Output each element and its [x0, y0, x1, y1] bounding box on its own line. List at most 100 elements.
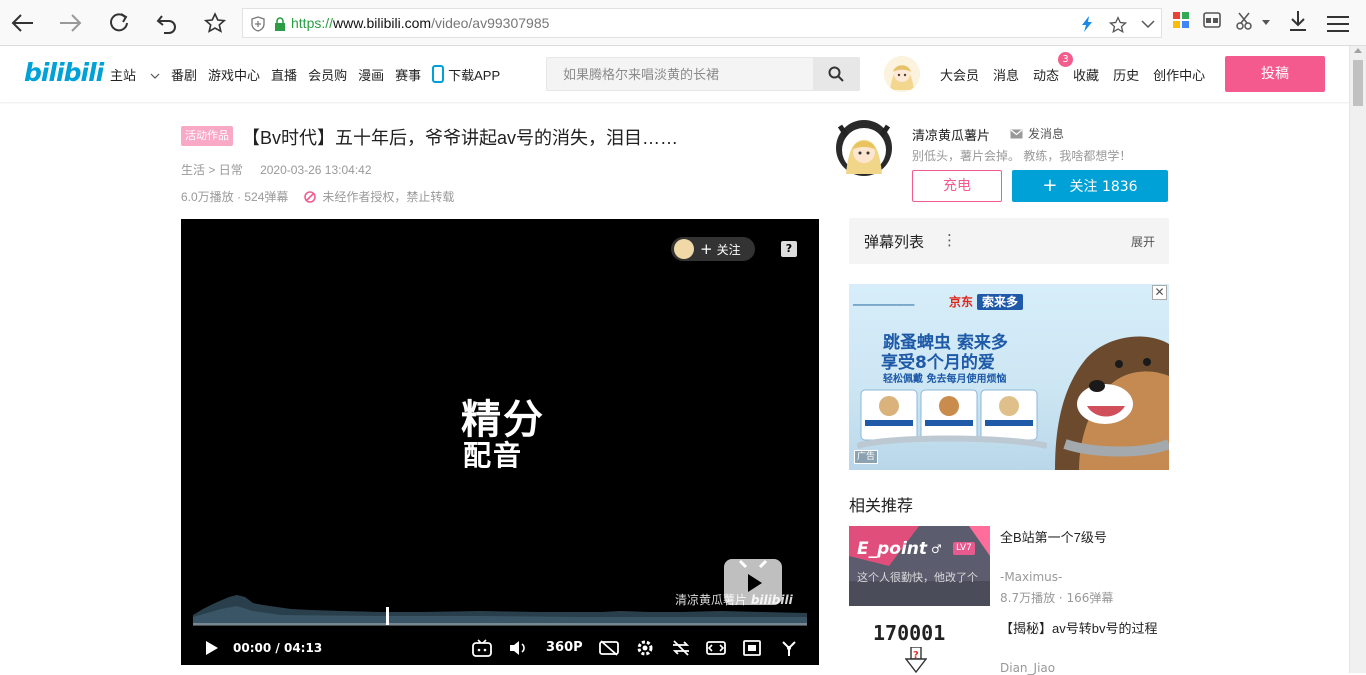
send-message-link[interactable]: 发消息: [1010, 125, 1064, 142]
fullscreen-button[interactable]: [777, 631, 801, 665]
apps-grid-icon[interactable]: [1173, 12, 1189, 28]
plus-icon: +: [700, 240, 713, 258]
settings-button[interactable]: [633, 631, 657, 665]
search-icon: [828, 66, 844, 82]
publish-date: 2020-03-26 13:04:42: [260, 163, 372, 177]
nav-member-shop[interactable]: 会员购: [308, 65, 347, 84]
address-bar[interactable]: https://www.bilibili.com/video/av9930798…: [242, 8, 1162, 38]
nav-download-app[interactable]: 下载APP: [432, 64, 511, 84]
nav-vip[interactable]: 大会员: [940, 65, 979, 84]
bilibili-logo[interactable]: bilibili: [24, 58, 104, 87]
nav-manga[interactable]: 漫画: [358, 65, 384, 84]
nav-game-center[interactable]: 游戏中心: [208, 65, 260, 84]
help-icon[interactable]: ?: [781, 241, 797, 257]
player-follow-button[interactable]: + 关注: [671, 237, 755, 261]
scissors-icon[interactable]: [1236, 12, 1254, 30]
user-avatar[interactable]: [884, 56, 920, 92]
nav-creator-center[interactable]: 创作中心: [1153, 65, 1205, 84]
more-options-icon[interactable]: ⋮: [942, 231, 957, 249]
nav-favorites[interactable]: 收藏: [1073, 65, 1099, 84]
search-box: [546, 57, 860, 91]
ad-brand: 京东 索来多: [949, 293, 1024, 310]
category-life[interactable]: 生活: [181, 163, 205, 177]
ad-dog-image: [1055, 336, 1169, 470]
thumbnail-image-1: [849, 526, 990, 606]
upload-button[interactable]: 投稿: [1225, 56, 1325, 92]
rec-stats-1: 8.7万播放 · 166弹幕: [1000, 591, 1114, 605]
lightning-icon[interactable]: [1081, 16, 1093, 32]
quality-selector[interactable]: 360P: [546, 640, 583, 655]
avatar-illustration: [884, 56, 920, 92]
url-text[interactable]: https://www.bilibili.com/video/av9930798…: [291, 15, 549, 31]
danmaku-toggle-button[interactable]: [470, 631, 494, 665]
phone-icon: [432, 64, 445, 83]
rec-title-1[interactable]: 全B站第一个7级号: [1000, 527, 1107, 546]
rec-thumbnail-1[interactable]: E_point ♂ LV7 这个人很勤快，他改了个: [849, 526, 990, 606]
chevron-down-icon[interactable]: [1141, 19, 1155, 29]
rec-title-2[interactable]: 【揭秘】av号转bv号的过程: [1000, 619, 1170, 638]
nav-live[interactable]: 直播: [271, 65, 297, 84]
uploader-avatar[interactable]: [834, 114, 894, 178]
download-icon[interactable]: [1289, 10, 1307, 32]
back-button[interactable]: [8, 8, 38, 38]
shield-icon: [251, 16, 265, 32]
nav-esports[interactable]: 赛事: [395, 65, 421, 84]
play-button[interactable]: [199, 631, 223, 665]
rec-author-1[interactable]: -Maximus-: [1000, 570, 1062, 584]
close-icon[interactable]: ✕: [1152, 285, 1167, 300]
forward-button[interactable]: [55, 8, 85, 38]
undo-button[interactable]: [152, 8, 182, 38]
nav-main-station[interactable]: 主站: [110, 65, 160, 84]
danmaku-list-panel[interactable]: 弹幕列表 ⋮ 展开: [849, 218, 1169, 264]
uploader-name[interactable]: 清凉黄瓜薯片: [912, 125, 990, 144]
forward-arrow-icon: [60, 14, 82, 32]
user-nav: 大会员 消息 动态 收藏 历史 创作中心: [940, 65, 1219, 84]
reading-mode-icon[interactable]: [1203, 12, 1221, 28]
uploader-signature: 别低头，薯片会掉。 教练，我啥都想学！: [912, 149, 1132, 163]
browser-toolbar: https://www.bilibili.com/video/av9930798…: [0, 0, 1366, 46]
bookmark-star-button[interactable]: [200, 8, 230, 38]
progress-bar[interactable]: [193, 623, 807, 626]
expand-button[interactable]: 展开: [1131, 233, 1155, 250]
danmaku-icon: [472, 639, 492, 657]
nav-dynamics[interactable]: 动态: [1033, 65, 1059, 84]
scroll-up-arrow-icon[interactable]: [1354, 48, 1362, 53]
nav-anime[interactable]: 番剧: [171, 65, 197, 84]
loop-off-icon: [672, 640, 690, 656]
view-danmaku-count: 6.0万播放 · 524弹幕: [181, 190, 289, 204]
hamburger-menu-icon[interactable]: [1327, 16, 1349, 32]
follow-button[interactable]: + 关注 1836: [1012, 170, 1168, 202]
scroll-thumb[interactable]: [1353, 60, 1363, 106]
reload-icon: [110, 13, 128, 32]
advertisement[interactable]: ━━━━━━━━━━━━━━━━━ 京东 索来多 跳蚤蜱虫 索来多 享受8个月的爱…: [849, 284, 1169, 470]
loop-button[interactable]: [669, 631, 693, 665]
favorite-star-icon[interactable]: [1109, 16, 1127, 34]
svg-text:?: ?: [913, 650, 919, 661]
playback-time: 00:00 / 04:13: [233, 641, 323, 655]
web-fullscreen-icon: [743, 640, 761, 656]
star-outline-icon: [204, 12, 226, 33]
danmaku-off-button[interactable]: [597, 631, 621, 665]
back-arrow-icon: [11, 14, 33, 32]
reload-button[interactable]: [104, 8, 134, 38]
rec-thumbnail-2[interactable]: 170001 ?: [849, 618, 990, 673]
web-fullscreen-button[interactable]: [740, 631, 764, 665]
ad-label: 广告: [854, 450, 879, 464]
charge-button[interactable]: 充电: [912, 170, 1002, 202]
page-scrollbar[interactable]: [1349, 46, 1366, 673]
activity-tag[interactable]: 活动作品: [181, 126, 233, 146]
dynamics-count-badge: 3: [1058, 52, 1073, 67]
widescreen-button[interactable]: [704, 631, 728, 665]
volume-button[interactable]: [506, 631, 530, 665]
search-button[interactable]: [813, 58, 859, 90]
ad-product-collars: [857, 389, 1047, 449]
player-controls: 00:00 / 04:13 360P: [181, 631, 819, 665]
breadcrumb-separator: >: [208, 163, 216, 177]
nav-messages[interactable]: 消息: [993, 65, 1019, 84]
scissors-dropdown-icon[interactable]: [1262, 20, 1270, 26]
nav-history[interactable]: 历史: [1113, 65, 1139, 84]
category-daily[interactable]: 日常: [219, 163, 243, 177]
video-player[interactable]: + 关注 ? 精分 配音 清凉黄瓜薯片 bilibili 00:00 / 04:…: [181, 219, 819, 665]
search-input[interactable]: [547, 58, 815, 90]
danmaku-list-title: 弹幕列表: [864, 233, 925, 251]
